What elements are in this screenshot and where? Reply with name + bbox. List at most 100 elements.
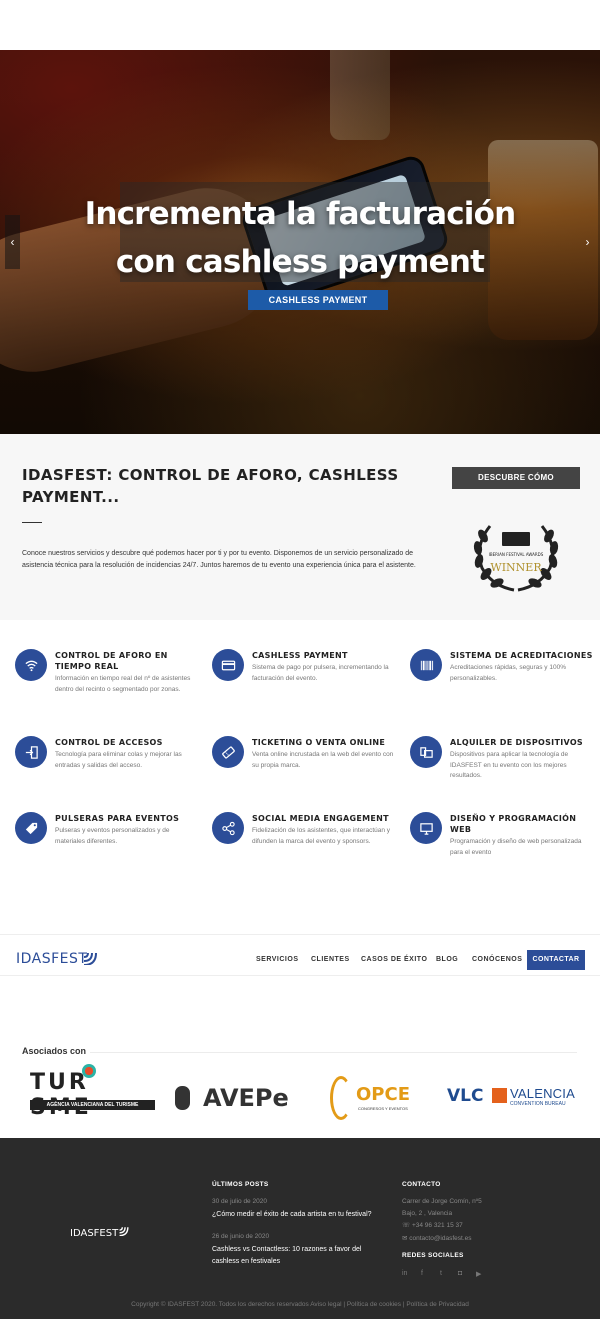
- award-laurel-icon: IBERIAN FESTIVAL AWARDS WINNER: [473, 525, 559, 592]
- door-enter-icon: [15, 736, 47, 768]
- service-desc: Sistema de pago por pulsera, incrementan…: [252, 664, 389, 682]
- turisme-logo[interactable]: TUR SME AGÈNCIA VALENCIANA DEL TURISME: [30, 1064, 155, 1120]
- email-icon: ✉: [402, 1235, 408, 1242]
- contact-heading: CONTACTO: [402, 1181, 441, 1188]
- post-link[interactable]: Cashless vs Contactless: 10 razones a fa…: [212, 1244, 387, 1268]
- social-heading: REDES SOCIALES: [402, 1252, 464, 1259]
- twitter-icon[interactable]: t: [440, 1270, 442, 1277]
- service-desc: Programación y diseño de web personaliza…: [450, 838, 582, 856]
- services-grid: CONTROL DE AFORO EN TIEMPO REAL Informac…: [0, 620, 600, 920]
- hero-title-line-1: Incrementa la facturación: [84, 196, 517, 232]
- youtube-icon[interactable]: ▶: [476, 1270, 481, 1278]
- service-desc: Información en tiempo real del nº de asi…: [55, 675, 191, 693]
- nav-link-blog[interactable]: BLOG: [436, 956, 458, 963]
- service-item-aforo[interactable]: CONTROL DE AFORO EN TIEMPO REAL Informac…: [15, 649, 205, 719]
- vlc-square-icon: [492, 1088, 507, 1103]
- service-item-ticketing[interactable]: TICKETING O VENTA ONLINE Venta online in…: [212, 736, 402, 806]
- service-title: SISTEMA DE ACREDITACIONES: [450, 651, 593, 660]
- service-desc: Venta online incrustada en la web del ev…: [252, 751, 394, 769]
- service-desc: Tecnología para eliminar colas y mejorar…: [55, 751, 182, 769]
- site-footer: IDASFEST ÚLTIMOS POSTS 30 de julio de 20…: [0, 1138, 600, 1319]
- main-navbar: IDASFEST SERVICIOS CLIENTES CASOS DE ÉXI…: [0, 934, 600, 976]
- footer-logo[interactable]: IDASFEST: [70, 1220, 140, 1242]
- credit-card-icon: [212, 649, 244, 681]
- award-word: WINNER: [490, 561, 542, 574]
- avepe-logo[interactable]: AVEPe: [175, 1084, 295, 1114]
- facebook-icon[interactable]: f: [421, 1270, 423, 1277]
- intro-divider: [22, 522, 42, 523]
- turisme-wordmark: TUR SME: [30, 1070, 89, 1120]
- vlc-wordmark: VLC: [447, 1086, 484, 1106]
- hero-title-line-2: con cashless payment: [115, 244, 485, 280]
- service-title: ALQUILER DE DISPOSITIVOS: [450, 738, 583, 747]
- vlc-valencia-logo[interactable]: VLC VALENCIA CONVENTION BUREAU: [447, 1086, 575, 1112]
- service-item-social-media[interactable]: SOCIAL MEDIA ENGAGEMENT Fidelización de …: [212, 812, 402, 882]
- post-link[interactable]: ¿Cómo medir el éxito de cada artista en …: [212, 1209, 387, 1221]
- phone-icon: ☏: [402, 1222, 411, 1229]
- barcode-icon: [410, 649, 442, 681]
- wifi-icon: [15, 649, 47, 681]
- service-item-accesos[interactable]: CONTROL DE ACCESOS Tecnología para elimi…: [15, 736, 205, 806]
- footer-brand-name: IDASFEST: [70, 1228, 119, 1239]
- mouse-icon: [175, 1086, 190, 1110]
- contact-address-line-1: Carrer de Jorge Comín, nº5: [402, 1198, 482, 1205]
- nav-link-servicios[interactable]: SERVICIOS: [256, 956, 299, 963]
- ticket-icon: [212, 736, 244, 768]
- partners-section: Asociados con TUR SME AGÈNCIA VALENCIANA…: [0, 1030, 600, 1138]
- share-icon: [212, 812, 244, 844]
- service-title: CASHLESS PAYMENT: [252, 651, 348, 660]
- contact-phone[interactable]: ☏ +34 96 321 15 37: [402, 1220, 502, 1232]
- opce-subtitle: CONGRESOS Y EVENTOS: [358, 1106, 408, 1111]
- post-date: 30 de julio de 2020: [212, 1198, 267, 1205]
- intro-section: IDASFEST: CONTROL DE AFORO, CASHLESS PAY…: [0, 434, 600, 620]
- service-title: PULSERAS PARA EVENTOS: [55, 814, 180, 823]
- avepe-wordmark: AVEPe: [203, 1084, 289, 1112]
- valencia-wordmark: VALENCIA: [510, 1086, 575, 1101]
- hero-background-can: [330, 50, 390, 140]
- intro-heading: IDASFEST: CONTROL DE AFORO, CASHLESS PAY…: [22, 466, 399, 506]
- discover-button[interactable]: DESCUBRE CÓMO: [452, 467, 580, 489]
- linkedin-icon[interactable]: in: [402, 1270, 407, 1277]
- phone-number: +34 96 321 15 37: [411, 1222, 463, 1229]
- slider-next-arrow-icon[interactable]: ›: [580, 215, 595, 269]
- instagram-icon[interactable]: ◘: [458, 1270, 462, 1277]
- service-item-cashless[interactable]: CASHLESS PAYMENT Sistema de pago por pul…: [212, 649, 402, 719]
- post-date: 26 de junio de 2020: [212, 1233, 270, 1240]
- service-item-alquiler[interactable]: ALQUILER DE DISPOSITIVOS Dispositivos pa…: [410, 736, 600, 806]
- service-desc: Dispositivos para aplicar la tecnología …: [450, 751, 569, 779]
- partners-divider: [90, 1052, 577, 1053]
- tag-icon: [15, 812, 47, 844]
- devices-icon: [410, 736, 442, 768]
- opce-logo[interactable]: OPCE CONGRESOS Y EVENTOS: [330, 1074, 412, 1124]
- service-title: CONTROL DE AFORO EN TIEMPO REAL: [55, 651, 168, 671]
- service-title: SOCIAL MEDIA ENGAGEMENT: [252, 814, 389, 823]
- nav-link-casos[interactable]: CASOS DE ÉXITO: [361, 956, 427, 963]
- nav-link-clientes[interactable]: CLIENTES: [311, 956, 350, 963]
- service-title: CONTROL DE ACCESOS: [55, 738, 163, 747]
- service-desc: Acreditaciones rápidas, seguras y 100% p…: [450, 664, 566, 682]
- email-address: contacto@idasfest.es: [409, 1235, 472, 1242]
- opce-swirl-icon: [330, 1076, 352, 1120]
- service-item-acreditaciones[interactable]: SISTEMA DE ACREDITACIONES Acreditaciones…: [410, 649, 600, 719]
- service-item-pulseras[interactable]: PULSERAS PARA EVENTOS Pulseras y eventos…: [15, 812, 205, 882]
- monitor-icon: [410, 812, 442, 844]
- service-item-web[interactable]: DISEÑO Y PROGRAMACIÓN WEB Programación y…: [410, 812, 600, 882]
- contact-button[interactable]: CONTACTAR: [527, 950, 585, 970]
- service-desc: Fidelización de los asistentes, que inte…: [252, 827, 391, 845]
- posts-heading: ÚLTIMOS POSTS: [212, 1181, 269, 1188]
- service-title: DISEÑO Y PROGRAMACIÓN WEB: [450, 814, 577, 834]
- brand-waves-icon: [83, 952, 97, 965]
- turisme-subtitle: AGÈNCIA VALENCIANA DEL TURISME: [30, 1100, 155, 1110]
- nav-link-conocenos[interactable]: CONÓCENOS: [472, 956, 522, 963]
- opce-wordmark: OPCE: [356, 1084, 410, 1105]
- hero-slider: Incrementa la facturación con cashless p…: [0, 50, 600, 434]
- hero-cashless-button[interactable]: CASHLESS PAYMENT: [248, 290, 388, 310]
- slider-prev-arrow-icon[interactable]: ‹: [5, 215, 20, 269]
- service-desc: Pulseras y eventos personalizados y de m…: [55, 827, 170, 845]
- contact-email[interactable]: ✉ contacto@idasfest.es: [402, 1233, 502, 1245]
- award-caption: IBERIAN FESTIVAL AWARDS: [489, 552, 544, 557]
- intro-text: Conoce nuestros servicios y descubre qué…: [22, 550, 416, 569]
- service-title: TICKETING O VENTA ONLINE: [252, 738, 386, 747]
- contact-address-line-2: Bajo, 2 , Valencia: [402, 1210, 453, 1217]
- brand-logo[interactable]: IDASFEST: [16, 943, 106, 969]
